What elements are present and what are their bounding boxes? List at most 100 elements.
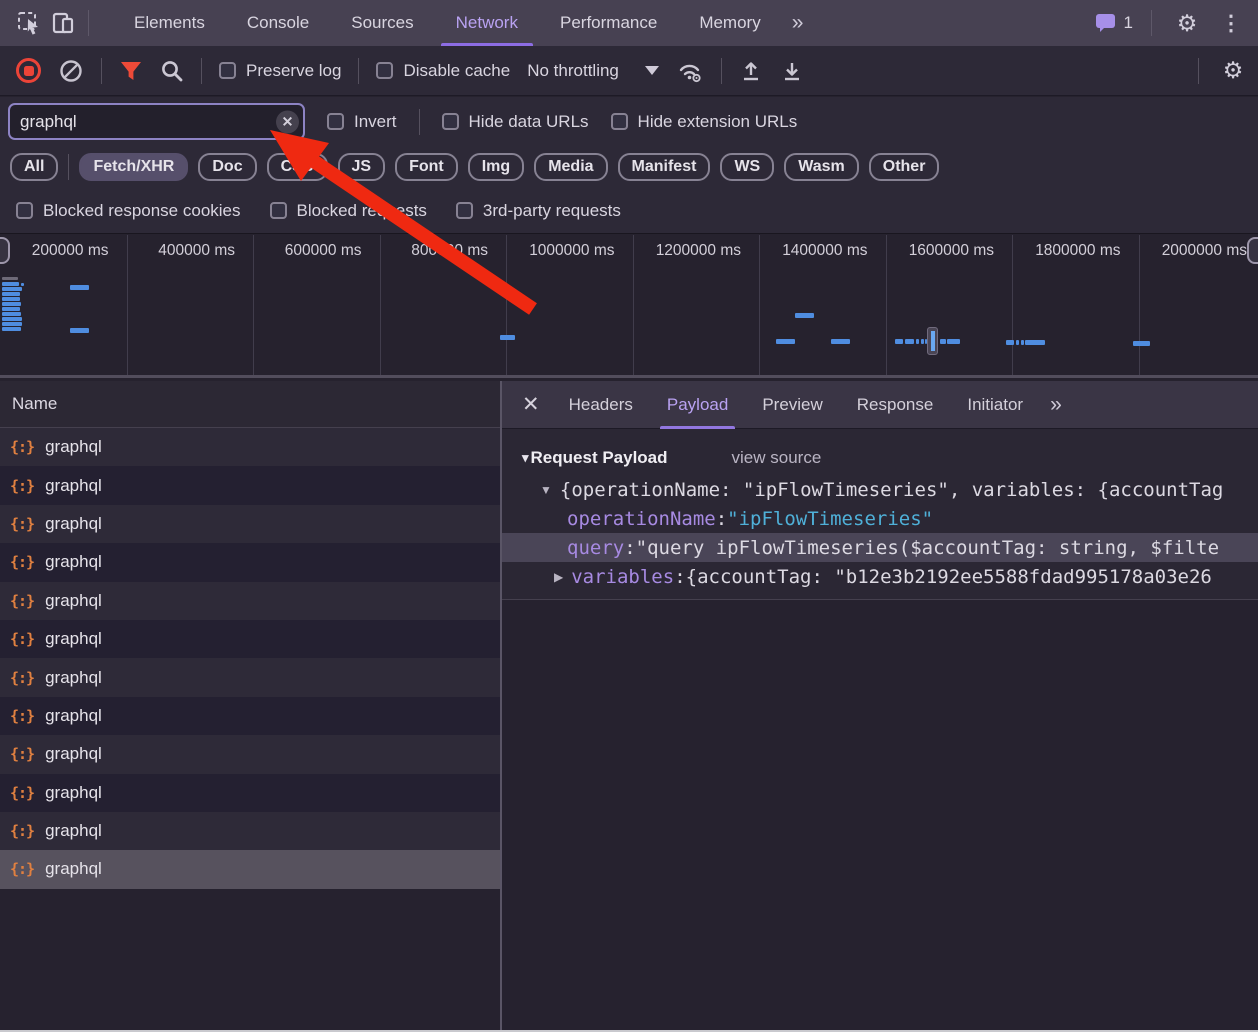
more-detail-tabs-icon[interactable]: »	[1040, 393, 1070, 417]
timeline-tick-label: 1800000 ms	[1012, 242, 1139, 262]
invert-label: Invert	[354, 112, 397, 132]
expander-triangle-icon[interactable]: ▼	[540, 483, 552, 497]
request-row[interactable]: {:}graphql	[0, 428, 500, 466]
3rd-party-requests-checkbox[interactable]: 3rd-party requests	[456, 201, 621, 221]
xhr-json-icon: {:}	[10, 784, 34, 802]
xhr-json-icon: {:}	[10, 707, 34, 725]
network-toolbar: Preserve log Disable cache No throttling	[0, 46, 1258, 96]
filter-chip-doc[interactable]: Doc	[198, 153, 256, 181]
settings-icon[interactable]: ⚙	[1170, 6, 1204, 40]
payload-text: :	[624, 537, 635, 559]
request-row[interactable]: {:}graphql	[0, 582, 500, 620]
request-row[interactable]: {:}graphql	[0, 812, 500, 850]
hide-data-urls-checkbox[interactable]: Hide data URLs	[442, 112, 589, 132]
hide-data-urls-label: Hide data URLs	[469, 112, 589, 132]
detail-tab-headers[interactable]: Headers	[552, 381, 650, 429]
invert-checkbox[interactable]: Invert	[327, 112, 397, 132]
network-conditions-icon[interactable]	[676, 59, 704, 83]
payload-line[interactable]: ▼{operationName: "ipFlowTimeseries", var…	[502, 475, 1258, 504]
checkbox[interactable]	[611, 113, 628, 130]
filter-chip-media[interactable]: Media	[534, 153, 607, 181]
filter-chip-wasm[interactable]: Wasm	[784, 153, 859, 181]
filter-chip-ws[interactable]: WS	[720, 153, 774, 181]
request-row[interactable]: {:}graphql	[0, 658, 500, 696]
request-row[interactable]: {:}graphql	[0, 620, 500, 658]
throttling-dropdown[interactable]: No throttling	[527, 61, 659, 81]
divider	[419, 109, 420, 135]
view-source-link[interactable]: view source	[732, 448, 822, 468]
checkbox[interactable]	[327, 113, 344, 130]
checkbox[interactable]	[442, 113, 459, 130]
timeline-tick-label: 400000 ms	[127, 242, 254, 262]
filter-chip-all[interactable]: All	[10, 153, 58, 181]
filter-chip-font[interactable]: Font	[395, 153, 458, 181]
search-icon[interactable]	[160, 59, 184, 83]
blocked-response-cookies-checkbox[interactable]: Blocked response cookies	[16, 201, 241, 221]
tab-performance[interactable]: Performance	[539, 0, 678, 46]
detail-tab-preview[interactable]: Preview	[745, 381, 839, 429]
network-settings-icon[interactable]: ⚙	[1216, 54, 1250, 88]
xhr-json-icon: {:}	[10, 553, 34, 571]
blocked-requests-checkbox[interactable]: Blocked requests	[270, 201, 427, 221]
more-panels-icon[interactable]: »	[782, 11, 812, 35]
tab-console[interactable]: Console	[226, 0, 330, 46]
checkbox[interactable]	[376, 62, 393, 79]
filter-chip-js[interactable]: JS	[338, 153, 386, 181]
hide-extension-urls-checkbox[interactable]: Hide extension URLs	[611, 112, 798, 132]
export-har-icon[interactable]	[780, 59, 804, 83]
filter-chip-other[interactable]: Other	[869, 153, 940, 181]
disable-cache-checkbox[interactable]: Disable cache	[376, 61, 510, 81]
close-icon[interactable]: ✕	[514, 392, 552, 417]
timeline-gridline	[1012, 235, 1013, 375]
request-name: graphql	[45, 591, 102, 611]
waterfall-bar	[940, 339, 946, 344]
request-row[interactable]: {:}graphql	[0, 774, 500, 812]
detail-tab-initiator[interactable]: Initiator	[950, 381, 1040, 429]
checkbox[interactable]	[16, 202, 33, 219]
clear-filter-icon[interactable]: ✕	[276, 110, 299, 133]
filter-icon[interactable]	[119, 60, 143, 82]
request-row[interactable]: {:}graphql	[0, 505, 500, 543]
checkbox[interactable]	[219, 62, 236, 79]
payload-text: "ipFlowTimeseries"	[727, 508, 933, 530]
xhr-json-icon: {:}	[10, 630, 34, 648]
console-messages-button[interactable]: 1	[1095, 13, 1133, 33]
checkbox[interactable]	[270, 202, 287, 219]
filter-chip-fetch-xhr[interactable]: Fetch/XHR	[79, 153, 188, 181]
waterfall-bar	[947, 339, 960, 344]
inspect-element-icon[interactable]	[12, 6, 46, 40]
payload-line[interactable]: query: "query ipFlowTimeseries($accountT…	[502, 533, 1258, 562]
timeline-tick-label: 1000000 ms	[506, 242, 633, 262]
xhr-json-icon: {:}	[10, 477, 34, 495]
tab-sources[interactable]: Sources	[330, 0, 434, 46]
checkbox[interactable]	[456, 202, 473, 219]
request-row[interactable]: {:}graphql	[0, 850, 500, 888]
payload-line[interactable]: ▶variables: {accountTag: "b12e3b2192ee55…	[502, 562, 1258, 591]
network-overview-timeline[interactable]: 200000 ms400000 ms600000 ms800000 ms1000…	[0, 235, 1258, 378]
filter-chip-img[interactable]: Img	[468, 153, 524, 181]
request-row[interactable]: {:}graphql	[0, 735, 500, 773]
name-column-header[interactable]: Name	[0, 381, 500, 428]
expander-triangle-icon[interactable]: ▶	[554, 570, 563, 584]
detail-tab-payload[interactable]: Payload	[650, 381, 745, 429]
import-har-icon[interactable]	[739, 59, 763, 83]
device-toolbar-icon[interactable]	[46, 6, 80, 40]
request-row[interactable]: {:}graphql	[0, 697, 500, 735]
tab-network[interactable]: Network	[435, 0, 539, 46]
filter-chip-css[interactable]: CSS	[267, 153, 328, 181]
clear-network-log-button[interactable]	[58, 58, 84, 84]
tab-elements[interactable]: Elements	[113, 0, 226, 46]
preserve-log-checkbox[interactable]: Preserve log	[219, 61, 341, 81]
request-payload-section: ▾ Request Payload view source ▼{operatio…	[502, 429, 1258, 600]
filter-chip-manifest[interactable]: Manifest	[618, 153, 711, 181]
filter-input[interactable]	[8, 103, 305, 140]
tab-memory[interactable]: Memory	[678, 0, 781, 46]
more-options-icon[interactable]: ⋮	[1214, 6, 1248, 40]
request-row[interactable]: {:}graphql	[0, 543, 500, 581]
record-network-log-button[interactable]	[16, 58, 41, 83]
request-payload-title[interactable]: ▾ Request Payload	[522, 448, 668, 468]
request-row[interactable]: {:}graphql	[0, 466, 500, 504]
payload-line[interactable]: operationName: "ipFlowTimeseries"	[502, 504, 1258, 533]
waterfall-bar	[916, 339, 919, 344]
detail-tab-response[interactable]: Response	[840, 381, 951, 429]
